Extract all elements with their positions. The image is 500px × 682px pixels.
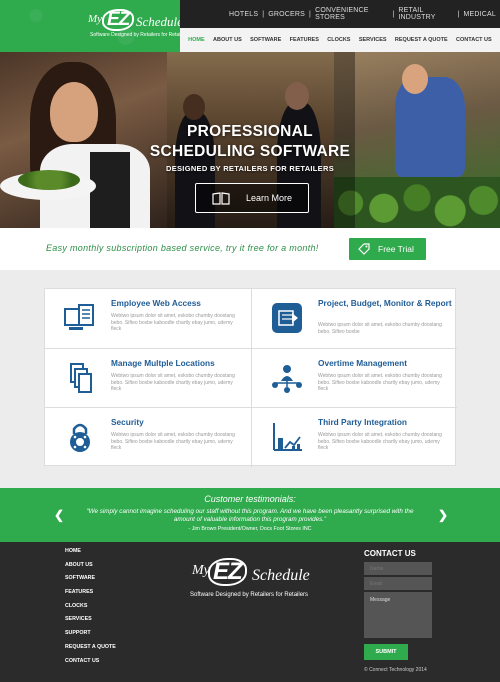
site-header: My EZ Schedule Software Designed by Reta… [0, 0, 500, 52]
industry-link-retail[interactable]: RETAIL INDUSTRY [398, 7, 453, 21]
testimonial-author: - Jim Brown President/Owner, Docs Foot S… [188, 526, 312, 532]
report-icon [272, 303, 302, 333]
testimonials-section: Customer testimonials: “We simply cannot… [0, 488, 500, 542]
prev-testimonial-icon[interactable]: ❮ [54, 508, 64, 522]
testimonial-quote: “We simply cannot imagine scheduling our… [86, 508, 414, 523]
feature-title: Third Party Integration [318, 417, 407, 427]
feature-desc: Webtwo ipsum dolor sit amet, eskobo chum… [111, 373, 235, 392]
logo-ez: EZ [102, 9, 135, 31]
footer-logo-schedule: Schedule [252, 567, 310, 584]
footer-link-clocks[interactable]: CLOCKS [65, 603, 116, 617]
feature-card: Employee Web Access Webtwo ipsum dolor s… [45, 289, 250, 348]
industry-link-medical[interactable]: MEDICAL [463, 11, 496, 18]
next-testimonial-icon[interactable]: ❯ [438, 508, 448, 522]
security-icon [70, 423, 90, 452]
feature-title: Employee Web Access [111, 298, 201, 308]
feature-card: Overtime Management Webtwo ipsum dolor s… [252, 349, 457, 408]
hero-title-line1: PROFESSIONAL [187, 123, 313, 140]
footer-link-contact[interactable]: CONTACT US [65, 658, 116, 672]
footer-link-support[interactable]: SUPPORT [65, 630, 116, 644]
feature-desc: Webtwo ipsum dolor sit amet, eskobo chum… [111, 432, 235, 451]
feature-desc: Webtwo ipsum dolor sit amet, eskobo chum… [318, 322, 442, 335]
promo-text: Easy monthly subscription based service,… [46, 243, 319, 253]
learn-more-button[interactable]: Learn More [195, 183, 309, 213]
feature-title: Project, Budget, Monitor & Report [318, 298, 452, 308]
nav-contact[interactable]: CONTACT US [456, 37, 492, 43]
logo-schedule: Schedule [136, 14, 183, 29]
industry-bar: HOTELS | GROCERS | CONVENIENCE STORES | RET… [180, 0, 500, 28]
overtime-icon [272, 365, 302, 393]
main-nav: HOME ABOUT US SOFTWARE FEATURES CLOCKS S… [180, 28, 500, 52]
submit-button[interactable]: SUBMIT [364, 644, 408, 660]
feature-desc: Webtwo ipsum dolor sit amet, eskobo chum… [318, 432, 442, 451]
copyright-text: © Connect Technology 2014 [364, 667, 427, 673]
industry-link-convenience[interactable]: CONVENIENCE STORES [315, 7, 388, 21]
contact-form-title: CONTACT US [364, 549, 416, 558]
logo-my: My [88, 13, 103, 25]
hero-title-line2: SCHEDULING SOFTWARE [149, 143, 351, 160]
footer-link-services[interactable]: SERVICES [65, 616, 116, 630]
free-trial-button[interactable]: Free Trial [349, 238, 426, 260]
nav-request-quote[interactable]: REQUEST A QUOTE [395, 37, 448, 43]
feature-desc: Webtwo ipsum dolor sit amet, eskobo chum… [111, 313, 235, 332]
integration-icon [273, 423, 302, 451]
nav-features[interactable]: FEATURES [290, 37, 319, 43]
nav-clocks[interactable]: CLOCKS [327, 37, 350, 43]
learn-more-label: Learn More [246, 193, 293, 203]
site-footer: HOME ABOUT US SOFTWARE FEATURES CLOCKS S… [0, 542, 500, 682]
logo-block: My EZ Schedule Software Designed by Reta… [0, 0, 188, 52]
hero-title: PROFESSIONAL SCHEDULING SOFTWARE [0, 122, 500, 162]
feature-card: Manage Multple Locations Webtwo ipsum do… [45, 349, 250, 408]
tag-icon [358, 243, 370, 255]
web-access-icon [64, 304, 94, 330]
logo-tagline: Software Designed by Retailers for Retai… [90, 32, 189, 38]
footer-link-software[interactable]: SOFTWARE [65, 575, 116, 589]
hero-subtitle: DESIGNED BY RETAILERS FOR RETAILERS [165, 164, 334, 173]
book-icon [212, 191, 230, 205]
locations-icon [70, 363, 92, 393]
feature-title: Security [111, 417, 144, 427]
footer-link-request-quote[interactable]: REQUEST A QUOTE [65, 644, 116, 658]
footer-link-about[interactable]: ABOUT US [65, 562, 116, 576]
feature-desc: Webtwo ipsum dolor sit amet, eskobo chum… [318, 373, 442, 392]
feature-card: Third Party Integration Webtwo ipsum dol… [252, 408, 457, 467]
industry-link-grocers[interactable]: GROCERS [268, 11, 305, 18]
feature-card: Project, Budget, Monitor & Report Webtwo… [252, 289, 457, 348]
nav-home[interactable]: HOME [188, 37, 205, 43]
footer-logo-tagline: Software Designed by Retailers for Retai… [190, 592, 309, 598]
footer-link-home[interactable]: HOME [65, 548, 116, 562]
nav-about[interactable]: ABOUT US [213, 37, 242, 43]
industry-link-hotels[interactable]: HOTELS [229, 11, 258, 18]
footer-link-features[interactable]: FEATURES [65, 589, 116, 603]
message-field[interactable]: Message [364, 592, 432, 638]
nav-software[interactable]: SOFTWARE [250, 37, 281, 43]
email-field[interactable] [364, 577, 432, 590]
nav-services[interactable]: SERVICES [359, 37, 387, 43]
footer-links: HOME ABOUT US SOFTWARE FEATURES CLOCKS S… [65, 548, 116, 671]
testimonials-title: Customer testimonials: [204, 494, 296, 504]
feature-card: Security Webtwo ipsum dolor sit amet, es… [45, 408, 250, 467]
features-grid: Employee Web Access Webtwo ipsum dolor s… [44, 288, 457, 467]
footer-logo-ez: EZ [208, 558, 247, 586]
name-field[interactable] [364, 562, 432, 575]
feature-title: Manage Multple Locations [111, 358, 215, 368]
footer-logo[interactable]: My EZ Schedule Software Designed by Reta… [188, 558, 318, 600]
free-trial-label: Free Trial [378, 244, 414, 254]
feature-title: Overtime Management [318, 358, 407, 368]
